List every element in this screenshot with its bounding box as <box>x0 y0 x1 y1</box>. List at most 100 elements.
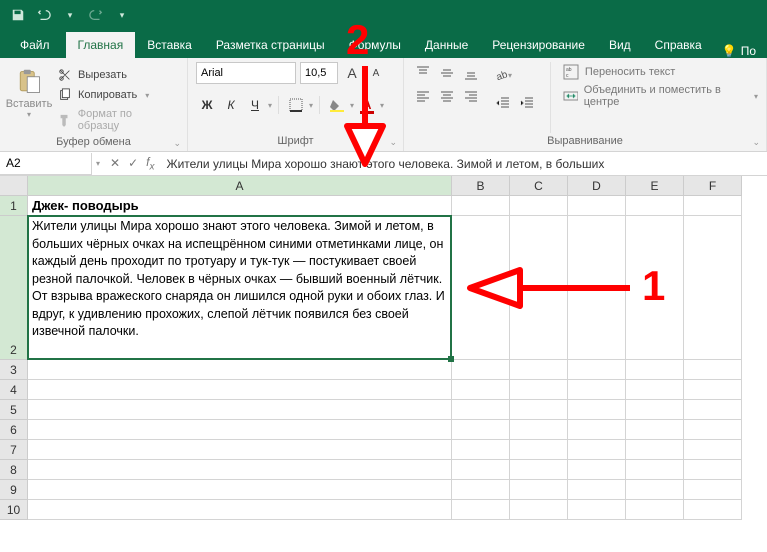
copy-button[interactable]: Копировать▾ <box>54 86 179 104</box>
row-header-4[interactable]: 4 <box>0 380 28 400</box>
tab-file[interactable]: Файл <box>4 32 66 58</box>
cell[interactable] <box>452 500 510 520</box>
col-header-c[interactable]: C <box>510 176 568 196</box>
qat-more-icon[interactable]: ▾ <box>58 3 82 27</box>
cell[interactable] <box>452 480 510 500</box>
row-header-1[interactable]: 1 <box>0 196 28 216</box>
col-header-d[interactable]: D <box>568 176 626 196</box>
row-header-2[interactable]: 2 <box>0 216 28 360</box>
orientation-button[interactable]: ab▾ <box>492 64 514 86</box>
cell[interactable] <box>626 460 684 480</box>
redo-icon[interactable] <box>84 3 108 27</box>
cell[interactable] <box>452 440 510 460</box>
cell[interactable] <box>684 196 742 216</box>
cell[interactable] <box>568 440 626 460</box>
col-header-a[interactable]: A <box>28 176 452 196</box>
cancel-formula-icon[interactable]: ✕ <box>110 156 120 170</box>
cell[interactable] <box>452 380 510 400</box>
tab-review[interactable]: Рецензирование <box>480 32 597 58</box>
tab-data[interactable]: Данные <box>413 32 480 58</box>
cell[interactable] <box>626 500 684 520</box>
cell[interactable] <box>684 460 742 480</box>
cell[interactable] <box>626 380 684 400</box>
cell[interactable] <box>626 420 684 440</box>
shrink-font-button[interactable]: A <box>366 62 386 84</box>
cell[interactable] <box>510 360 568 380</box>
align-right-button[interactable] <box>460 86 482 108</box>
cell-a1[interactable]: Джек- поводырь <box>28 196 452 216</box>
tell-me[interactable]: 💡По <box>722 44 756 58</box>
merge-center-button[interactable]: Объединить и поместить в центре▾ <box>563 84 758 108</box>
cell[interactable] <box>568 400 626 420</box>
cell-a2[interactable]: Жители улицы Мира хорошо знают этого чел… <box>28 216 452 360</box>
align-center-button[interactable] <box>436 86 458 108</box>
cell[interactable] <box>626 360 684 380</box>
undo-icon[interactable] <box>32 3 56 27</box>
font-color-button[interactable]: A <box>356 94 378 116</box>
cell[interactable] <box>684 360 742 380</box>
cell[interactable] <box>568 500 626 520</box>
font-name-select[interactable] <box>196 62 296 84</box>
cell[interactable] <box>568 460 626 480</box>
underline-button[interactable]: Ч <box>244 94 266 116</box>
cell[interactable] <box>684 440 742 460</box>
fill-color-button[interactable] <box>326 94 348 116</box>
cell[interactable] <box>568 420 626 440</box>
cell[interactable] <box>510 500 568 520</box>
tab-insert[interactable]: Вставка <box>135 32 204 58</box>
cell[interactable] <box>510 400 568 420</box>
cell[interactable] <box>452 420 510 440</box>
cell[interactable] <box>28 460 452 480</box>
tab-view[interactable]: Вид <box>597 32 643 58</box>
row-header-5[interactable]: 5 <box>0 400 28 420</box>
cell[interactable] <box>568 196 626 216</box>
cell[interactable] <box>626 400 684 420</box>
cell[interactable] <box>28 360 452 380</box>
col-header-f[interactable]: F <box>684 176 742 196</box>
cell[interactable] <box>510 480 568 500</box>
increase-indent-button[interactable] <box>516 92 538 114</box>
cell[interactable] <box>510 440 568 460</box>
cell[interactable] <box>684 480 742 500</box>
row-header-6[interactable]: 6 <box>0 420 28 440</box>
bold-button[interactable]: Ж <box>196 94 218 116</box>
cell[interactable] <box>684 420 742 440</box>
save-icon[interactable] <box>6 3 30 27</box>
cell[interactable] <box>28 380 452 400</box>
fx-icon[interactable]: fx <box>146 155 154 172</box>
name-box[interactable]: A2 <box>0 153 92 175</box>
cell[interactable] <box>510 196 568 216</box>
cell[interactable] <box>568 380 626 400</box>
paste-button[interactable]: Вставить ▾ <box>8 62 50 119</box>
cut-button[interactable]: Вырезать <box>54 66 179 84</box>
cell[interactable] <box>684 380 742 400</box>
row-header-8[interactable]: 8 <box>0 460 28 480</box>
align-left-button[interactable] <box>412 86 434 108</box>
cell[interactable] <box>626 216 684 360</box>
grow-font-button[interactable]: A <box>342 62 362 84</box>
cell[interactable] <box>510 216 568 360</box>
cell[interactable] <box>684 216 742 360</box>
row-header-3[interactable]: 3 <box>0 360 28 380</box>
tab-home[interactable]: Главная <box>66 32 136 58</box>
enter-formula-icon[interactable]: ✓ <box>128 156 138 170</box>
cell[interactable] <box>452 196 510 216</box>
format-painter-button[interactable]: Формат по образцу <box>54 106 179 134</box>
formula-input[interactable]: Жители улицы Мира хорошо знают этого чел… <box>160 157 767 171</box>
cell[interactable] <box>28 420 452 440</box>
decrease-indent-button[interactable] <box>492 92 514 114</box>
cell[interactable] <box>626 440 684 460</box>
row-header-7[interactable]: 7 <box>0 440 28 460</box>
cell[interactable] <box>510 380 568 400</box>
cell[interactable] <box>568 216 626 360</box>
cell[interactable] <box>568 360 626 380</box>
align-middle-button[interactable] <box>436 62 458 84</box>
row-header-10[interactable]: 10 <box>0 500 28 520</box>
cell[interactable] <box>684 400 742 420</box>
row-header-9[interactable]: 9 <box>0 480 28 500</box>
cell[interactable] <box>510 420 568 440</box>
tab-formulas[interactable]: Формулы <box>337 32 413 58</box>
cell[interactable] <box>28 400 452 420</box>
cell[interactable] <box>452 400 510 420</box>
cell[interactable] <box>28 480 452 500</box>
